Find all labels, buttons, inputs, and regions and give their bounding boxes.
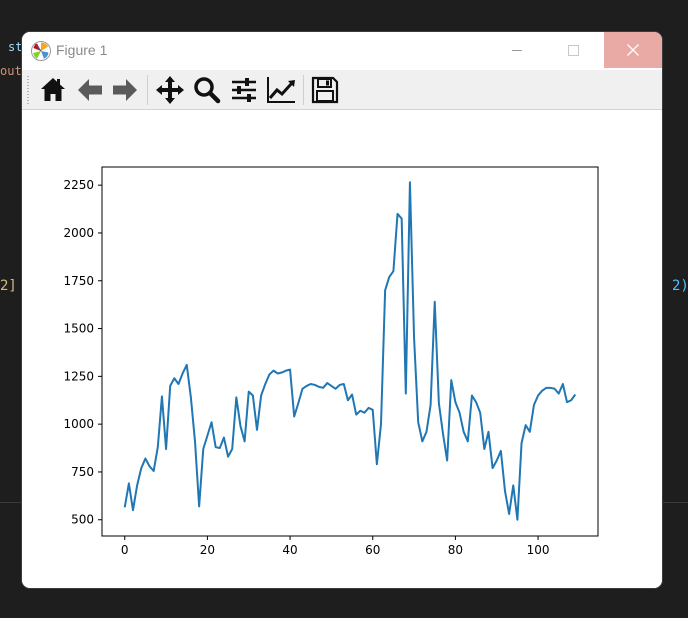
y-tick-label: 2250 xyxy=(63,178,94,192)
minimize-button[interactable] xyxy=(494,32,540,68)
arrow-right-icon xyxy=(113,79,137,101)
save-button[interactable] xyxy=(308,73,342,107)
matplotlib-logo-icon xyxy=(31,41,51,61)
forward-button[interactable] xyxy=(108,73,142,107)
x-tick-label: 80 xyxy=(448,543,463,557)
background-code-fragment: 2] xyxy=(0,278,17,294)
x-tick-label: 0 xyxy=(121,543,129,557)
background-code-fragment: out xyxy=(0,64,22,78)
sliders-icon xyxy=(232,78,256,102)
x-tick-label: 100 xyxy=(527,543,550,557)
line-plot: 0 20 40 60 80 100 500 750 1000 1250 1500 1750 2000 2… xyxy=(63,166,599,557)
floppy-disk-icon xyxy=(311,76,339,104)
y-tick-label: 750 xyxy=(71,465,94,479)
toolbar-separator xyxy=(147,75,148,105)
x-tick-label: 40 xyxy=(282,543,297,557)
move-icon xyxy=(156,76,184,104)
x-axis-ticks: 0 20 40 60 80 100 xyxy=(121,536,550,557)
y-tick-label: 1500 xyxy=(63,322,94,336)
title-bar[interactable]: Figure 1 xyxy=(22,32,662,70)
background-code-fragment: st xyxy=(8,40,23,54)
toolbar-grip[interactable] xyxy=(27,76,29,104)
home-icon xyxy=(41,78,65,101)
maximize-icon xyxy=(568,45,579,56)
window-title: Figure 1 xyxy=(56,42,108,58)
arrow-left-icon xyxy=(78,79,102,101)
y-tick-label: 2000 xyxy=(63,226,94,240)
back-button[interactable] xyxy=(73,73,107,107)
minimize-icon xyxy=(512,50,522,51)
background-code-fragment: 2) xyxy=(672,278,688,294)
pan-button[interactable] xyxy=(153,73,187,107)
figure-canvas[interactable]: 0 20 40 60 80 100 500 750 1000 1250 1500 1750 2000 2… xyxy=(22,110,662,588)
magnifier-icon xyxy=(194,77,221,104)
configure-subplots-button[interactable] xyxy=(227,73,261,107)
zoom-button[interactable] xyxy=(190,73,224,107)
maximize-button[interactable] xyxy=(550,32,596,68)
y-tick-label: 1250 xyxy=(63,369,94,383)
close-button[interactable] xyxy=(604,32,662,68)
y-tick-label: 1000 xyxy=(63,417,94,431)
y-axis-ticks: 500 750 1000 1250 1500 1750 2000 2250 xyxy=(63,178,102,527)
axes-frame xyxy=(101,166,599,537)
x-tick-label: 20 xyxy=(200,543,215,557)
x-tick-label: 60 xyxy=(365,543,380,557)
y-tick-label: 500 xyxy=(71,513,94,527)
navigation-toolbar xyxy=(22,70,662,110)
edit-axis-button[interactable] xyxy=(264,73,298,107)
toolbar-separator xyxy=(303,75,304,105)
figure-window: Figure 1 0 20 40 60 80 100 500 750 1000 … xyxy=(22,32,662,588)
y-tick-label: 1750 xyxy=(63,274,94,288)
line-chart-icon xyxy=(267,77,295,103)
close-icon xyxy=(627,44,639,56)
home-button[interactable] xyxy=(36,73,70,107)
